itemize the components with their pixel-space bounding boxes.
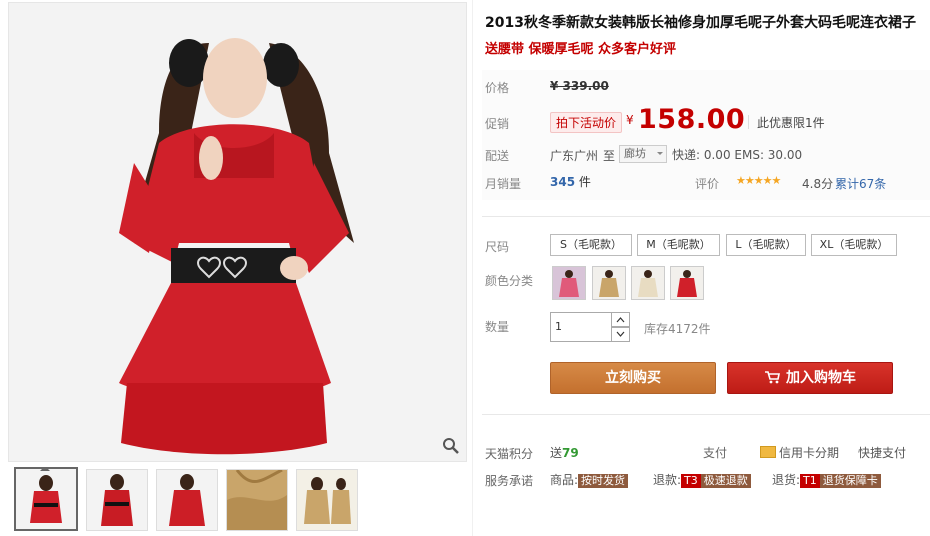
service-return: 退货: T1 退货保障卡 (772, 471, 881, 488)
currency-symbol: ¥ (626, 113, 634, 127)
ship-from: 广东广州 (550, 149, 599, 163)
product-title: 2013秋冬季新款女装韩版长袖修身加厚毛呢子外套大码毛呢连衣裙子 (485, 15, 916, 31)
rating-stars-icon: ★★★★★ (736, 174, 781, 187)
return-tag: 退货保障卡 (819, 474, 881, 488)
chevron-up-icon (616, 317, 625, 323)
column-divider (472, 0, 473, 536)
size-option-l[interactable]: L（毛呢款） (726, 234, 806, 256)
quantity-decrease-button[interactable] (611, 327, 630, 342)
ship-to-text: 至 (603, 149, 616, 163)
size-option-m[interactable]: M（毛呢款） (637, 234, 720, 256)
service-refund: 退款: T3 极速退款 (653, 471, 751, 488)
rating-label: 评价 (695, 177, 720, 191)
product-subtitle: 送腰带 保暖厚毛呢 众多客户好评 (485, 42, 677, 57)
zoom-icon[interactable] (442, 437, 460, 455)
color-option-3[interactable] (631, 266, 665, 300)
quick-pay-link[interactable]: 快捷支付 (858, 444, 906, 461)
sales-count: 345 件 (550, 175, 591, 189)
size-option-xl[interactable]: XL（毛呢款） (811, 234, 897, 256)
thumbnail-3[interactable] (156, 469, 218, 531)
points-label: 天猫积分 (485, 447, 534, 461)
main-product-image[interactable] (8, 2, 467, 462)
points-value: 送79 (550, 446, 579, 460)
refund-code: T3 (681, 474, 701, 488)
thumbnail-1[interactable] (14, 467, 78, 531)
promo-price: 158.00 (638, 104, 746, 135)
promo-label: 促销 (485, 117, 510, 131)
service-goods: 商品: 按时发货 (550, 471, 629, 488)
review-count-link[interactable]: 累计67条 (835, 175, 886, 192)
goods-tag: 按时发货 (578, 474, 629, 488)
model-photo (9, 3, 466, 461)
section-divider (482, 216, 930, 217)
sales-label: 月销量 (485, 177, 522, 191)
thumbnail-2[interactable] (86, 469, 148, 531)
chevron-down-icon (657, 152, 663, 158)
buy-now-button[interactable]: 立刻购买 (550, 362, 716, 394)
destination-select[interactable]: 廊坊 (619, 145, 667, 163)
thumbnail-5[interactable] (296, 469, 358, 531)
delivery-label: 配送 (485, 149, 510, 163)
thumbnail-4[interactable] (226, 469, 288, 531)
return-code: T1 (800, 474, 820, 488)
service-label: 服务承诺 (485, 474, 534, 488)
refund-tag: 极速退款 (700, 474, 751, 488)
rating-score: 4.8分 (802, 177, 834, 191)
chevron-down-icon (616, 331, 625, 337)
original-price: ¥ 339.00 (550, 79, 609, 93)
divider (748, 115, 749, 129)
stock-count: 库存4172件 (644, 322, 711, 336)
credit-installment-link[interactable]: 信用卡分期 (779, 444, 839, 461)
section-divider (482, 414, 930, 415)
color-option-1[interactable] (552, 266, 586, 300)
pay-label: 支付 (703, 446, 728, 460)
size-label: 尺码 (485, 240, 510, 254)
add-to-cart-button[interactable]: 加入购物车 (727, 362, 893, 394)
size-option-s[interactable]: S（毛呢款） (550, 234, 632, 256)
price-label: 价格 (485, 81, 510, 95)
destination-value: 廊坊 (624, 147, 646, 160)
cart-icon (765, 371, 780, 384)
shipping-fees: 快递: 0.00 EMS: 30.00 (672, 148, 803, 162)
color-label: 颜色分类 (485, 274, 534, 288)
quantity-increase-button[interactable] (611, 312, 630, 327)
limit-text: 此优惠限1件 (757, 116, 825, 130)
add-to-cart-label: 加入购物车 (786, 370, 856, 386)
quantity-label: 数量 (485, 320, 510, 334)
credit-card-icon (760, 446, 776, 458)
quantity-input[interactable]: 1 (550, 312, 612, 342)
color-option-4[interactable] (670, 266, 704, 300)
color-option-2[interactable] (592, 266, 626, 300)
promo-badge: 拍下活动价 (550, 112, 623, 133)
